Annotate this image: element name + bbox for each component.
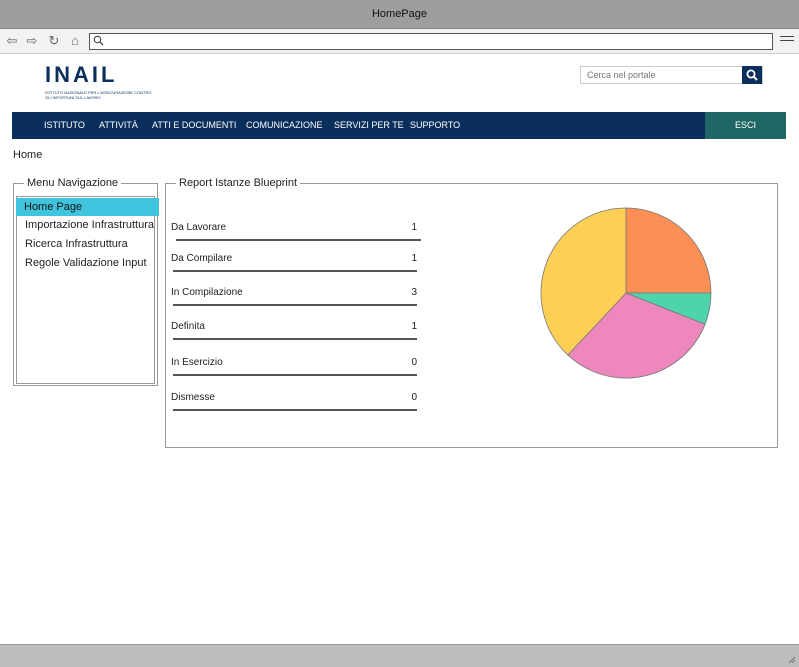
row-divider bbox=[173, 374, 417, 376]
search-icon bbox=[746, 69, 758, 81]
sidebar-item-ricerca[interactable]: Ricerca Infrastruttura bbox=[17, 235, 160, 253]
logo-subtitle: ISTITUTO NAZIONALE PER L'ASSICURAZIONE C… bbox=[45, 90, 152, 100]
hamburger-menu-icon[interactable] bbox=[780, 33, 794, 47]
sidebar-item-importazione[interactable]: Importazione Infrastruttura bbox=[17, 216, 160, 234]
logo-mark: INAIL bbox=[45, 62, 118, 87]
reload-icon[interactable]: ↻ bbox=[46, 33, 62, 49]
report-row-label: Da Compilare bbox=[171, 253, 233, 264]
back-icon[interactable]: ⇦ bbox=[4, 33, 20, 49]
status-pie-chart bbox=[540, 207, 712, 379]
report-row: Da Compilare 1 bbox=[171, 253, 417, 272]
forward-icon[interactable]: ⇨ bbox=[24, 33, 40, 49]
logout-button[interactable]: ESCI bbox=[705, 112, 786, 139]
report-row-label: In Compilazione bbox=[171, 287, 243, 298]
search-input[interactable] bbox=[581, 67, 743, 83]
nav-item-istituto[interactable]: ISTITUTO bbox=[44, 112, 85, 139]
row-divider bbox=[173, 270, 417, 272]
nav-item-attivita[interactable]: ATTIVITÀ bbox=[99, 112, 138, 139]
report-row-value: 1 bbox=[411, 321, 417, 332]
report-row: Da Lavorare 1 bbox=[171, 222, 421, 241]
inail-logo: INAIL ISTITUTO NAZIONALE PER L'ASSICURAZ… bbox=[45, 62, 155, 100]
main-navigation: ISTITUTO ATTIVITÀ ATTI E DOCUMENTI COMUN… bbox=[12, 112, 786, 139]
report-row-value: 3 bbox=[411, 287, 417, 298]
report-row: Definita 1 bbox=[171, 321, 417, 340]
report-row-value: 1 bbox=[411, 253, 417, 264]
browser-toolbar: ⇦ ⇨ ↻ ⌂ bbox=[0, 29, 799, 54]
report-row-label: Dismesse bbox=[171, 392, 215, 403]
report-row: Dismesse 0 bbox=[171, 392, 417, 411]
nav-item-atti-documenti[interactable]: ATTI E DOCUMENTI bbox=[152, 112, 236, 139]
row-divider bbox=[173, 338, 417, 340]
address-bar[interactable] bbox=[89, 33, 773, 50]
report-row-label: In Esercizio bbox=[171, 357, 223, 368]
report-panel: Report Istanze Blueprint Da Lavorare 1 D… bbox=[165, 177, 778, 448]
report-row-label: Definita bbox=[171, 321, 205, 332]
sidebar-item-home-page[interactable]: Home Page bbox=[16, 198, 159, 216]
nav-item-supporto[interactable]: SUPPORTO bbox=[410, 112, 460, 139]
report-title: Report Istanze Blueprint bbox=[176, 177, 301, 190]
window-title: HomePage bbox=[371, 8, 428, 20]
navigation-menu-list: Home Page Importazione Infrastruttura Ri… bbox=[16, 196, 159, 384]
resize-grip-icon[interactable] bbox=[788, 656, 796, 664]
sidebar-item-regole[interactable]: Regole Validazione Input bbox=[17, 254, 160, 272]
report-row-value: 1 bbox=[411, 222, 417, 233]
navigation-menu-title: Menu Navigazione bbox=[24, 177, 122, 190]
search-button[interactable] bbox=[742, 66, 762, 84]
window-titlebar: HomePage bbox=[0, 0, 799, 29]
row-divider bbox=[173, 304, 417, 306]
report-row: In Esercizio 0 bbox=[171, 357, 417, 376]
pie-slice-0 bbox=[625, 207, 712, 294]
row-divider bbox=[173, 409, 417, 411]
window-statusbar bbox=[0, 644, 799, 667]
home-icon[interactable]: ⌂ bbox=[67, 33, 83, 49]
navigation-menu-panel: Menu Navigazione Home Page Importazione … bbox=[13, 177, 159, 386]
report-row: In Compilazione 3 bbox=[171, 287, 417, 306]
report-row-label: Da Lavorare bbox=[171, 222, 227, 233]
report-row-value: 0 bbox=[411, 357, 417, 368]
breadcrumb[interactable]: Home bbox=[13, 149, 42, 161]
portal-search bbox=[580, 66, 763, 84]
search-icon bbox=[93, 35, 104, 49]
row-divider bbox=[176, 239, 421, 241]
nav-item-servizi[interactable]: SERVIZI PER TE bbox=[334, 112, 404, 139]
report-row-value: 0 bbox=[411, 392, 417, 403]
nav-item-comunicazione[interactable]: COMUNICAZIONE bbox=[246, 112, 323, 139]
